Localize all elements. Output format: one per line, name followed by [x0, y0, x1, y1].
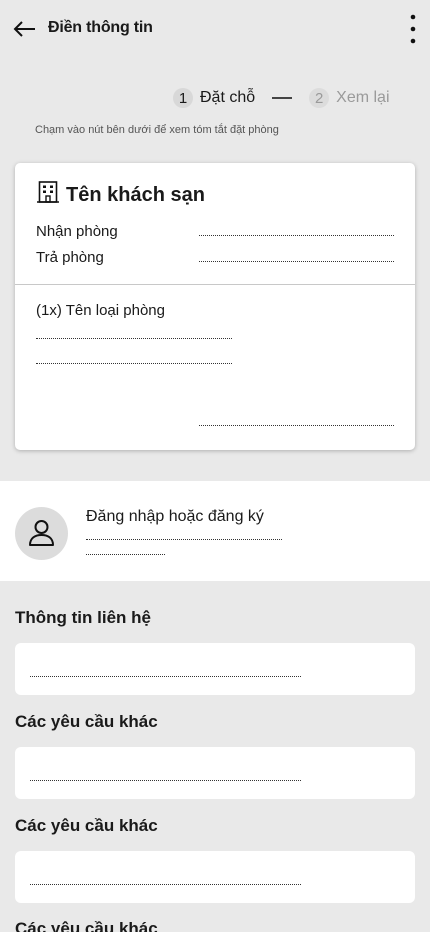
step-number: 1: [173, 88, 193, 108]
section-title: Các yêu cầu khác: [15, 816, 158, 835]
field-placeholder: [30, 780, 301, 781]
other-requests-field[interactable]: [15, 851, 415, 903]
summary-hint: Chạm vào nút bên dưới để xem tóm tắt đặt…: [35, 124, 279, 136]
avatar: [15, 507, 68, 560]
room-detail-placeholder: [36, 338, 232, 339]
step-separator: [272, 97, 293, 99]
arrow-left-icon: [13, 21, 35, 37]
hotel-name: Tên khách sạn: [66, 184, 205, 206]
check-in-value-placeholder: [199, 235, 394, 236]
room-detail-placeholder: [36, 363, 232, 364]
booking-stepper: 1 Đặt chỗ 2 Xem lại: [173, 86, 390, 110]
step-label: Xem lại: [336, 89, 390, 106]
login-label: Đăng nhập hoặc đăng ký: [86, 508, 264, 525]
page-title: Điền thông tin: [48, 19, 153, 36]
back-button[interactable]: [12, 16, 38, 42]
login-prompt[interactable]: Đăng nhập hoặc đăng ký: [0, 481, 430, 581]
room-type-label: (1x) Tên loại phòng: [36, 302, 165, 319]
section-title: Các yêu cầu khác: [15, 919, 158, 932]
section-title: Thông tin liên hệ: [15, 608, 151, 627]
login-subtext-placeholder: [86, 539, 282, 540]
step-number: 2: [309, 88, 330, 108]
step-label: Đặt chỗ: [200, 89, 256, 106]
total-price-placeholder: [199, 425, 394, 426]
page: Điền thông tin 1 Đặt chỗ 2 Xem lại Chạm …: [0, 0, 430, 932]
card-divider: [15, 284, 415, 285]
contact-info-field[interactable]: [15, 643, 415, 695]
section-title: Các yêu cầu khác: [15, 712, 158, 731]
check-in-label: Nhận phòng: [36, 223, 118, 240]
other-requests-field[interactable]: [15, 747, 415, 799]
user-icon: [29, 520, 54, 546]
check-out-value-placeholder: [199, 261, 394, 262]
login-subtext-placeholder: [86, 554, 165, 555]
more-vertical-icon: [410, 14, 416, 44]
field-placeholder: [30, 884, 301, 885]
step-booking[interactable]: 1 Đặt chỗ: [173, 88, 255, 108]
more-options-button[interactable]: [404, 12, 422, 46]
hotel-building-icon: [37, 181, 59, 203]
field-placeholder: [30, 676, 301, 677]
booking-summary-card[interactable]: Tên khách sạn Nhận phòng Trả phòng (1x) …: [15, 163, 415, 450]
step-review[interactable]: 2 Xem lại: [309, 88, 390, 108]
check-out-label: Trả phòng: [36, 249, 104, 266]
app-header: Điền thông tin: [0, 0, 430, 60]
